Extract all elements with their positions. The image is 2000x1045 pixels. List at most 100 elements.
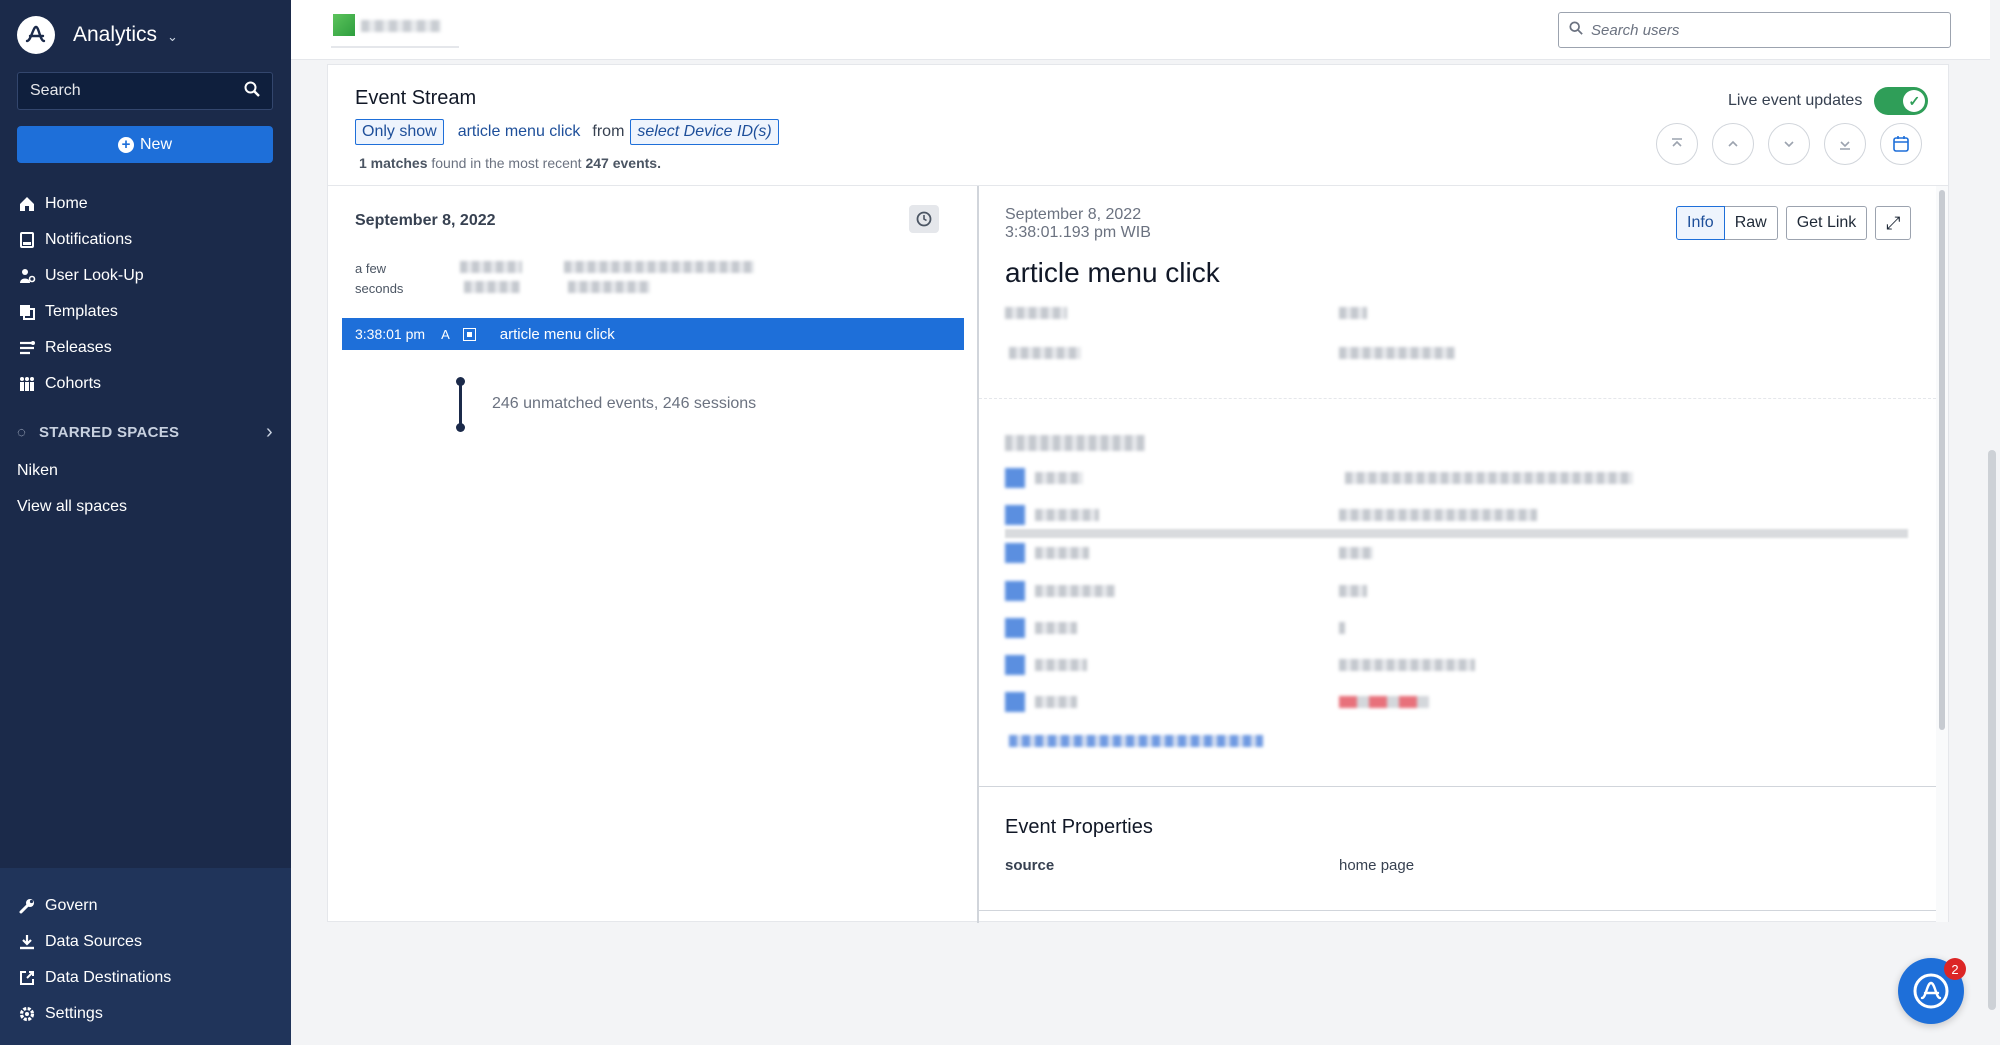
- sidebar-item-label: Data Destinations: [45, 969, 172, 986]
- redacted-text: [1035, 622, 1077, 634]
- space-item-niken[interactable]: Niken: [17, 462, 58, 480]
- sidebar-item-govern[interactable]: Govern: [0, 888, 291, 924]
- redacted-icon: [1005, 692, 1025, 712]
- list-item-selected-event[interactable]: 3:38:01 pm A article menu click: [342, 318, 964, 350]
- redacted-text: [1005, 307, 1067, 319]
- view-all-spaces-link[interactable]: View all spaces: [17, 498, 127, 516]
- event-detail-actions: Info Raw Get Link ⤢: [1676, 206, 1912, 240]
- event-name-selector[interactable]: article menu click: [458, 123, 581, 141]
- event-time: 3:38:01 pm: [355, 326, 426, 342]
- sidebar-item-label: Govern: [45, 897, 98, 914]
- device-id-selector[interactable]: select Device ID(s): [630, 119, 779, 145]
- sidebar: Analytics ⌄ Search + New Home Notificati…: [0, 0, 291, 1045]
- search-icon: [244, 81, 260, 102]
- event-detail-title: article menu click: [1005, 257, 1220, 288]
- redacted-text: [568, 281, 650, 293]
- user-search-placeholder: Search users: [1591, 21, 1680, 39]
- redacted-text: [1339, 585, 1367, 597]
- sidebar-item-label: Templates: [45, 303, 118, 320]
- redacted-text: [1339, 509, 1537, 521]
- sidebar-item-cohorts[interactable]: Cohorts: [17, 366, 277, 402]
- section-divider: [979, 910, 1936, 911]
- redacted-text: [1035, 547, 1089, 559]
- plus-icon: +: [117, 136, 134, 153]
- redacted-text: [1339, 659, 1475, 671]
- redacted-text: [564, 261, 754, 273]
- raw-tab[interactable]: Raw: [1724, 206, 1778, 240]
- notifications-icon: [17, 230, 37, 250]
- sidebar-item-data-destinations[interactable]: Data Destinations: [0, 960, 291, 996]
- sidebar-item-label: Notifications: [45, 231, 133, 248]
- redacted-icon: [1005, 543, 1025, 563]
- redacted-text: [1339, 547, 1373, 559]
- page-scrollbar[interactable]: [1988, 450, 1996, 1010]
- starred-spaces-header[interactable]: ◌ STARRED SPACES ›: [17, 421, 273, 444]
- expand-icon[interactable]: ⤢: [1875, 206, 1912, 240]
- calendar-icon[interactable]: [1880, 123, 1922, 165]
- jump-to-bottom-icon[interactable]: [1824, 123, 1866, 165]
- sidebar-nav: Home Notifications User Look-Up Template…: [17, 186, 277, 402]
- clock-icon[interactable]: [909, 205, 939, 233]
- project-logo[interactable]: [333, 14, 355, 36]
- chevron-right-icon: ›: [266, 421, 273, 443]
- redacted-link[interactable]: [1009, 735, 1263, 747]
- relative-time-line1: a few: [355, 261, 387, 276]
- jump-to-top-icon[interactable]: [1656, 123, 1698, 165]
- sidebar-item-label: Data Sources: [45, 933, 142, 950]
- timeline-dot: [456, 423, 465, 432]
- redacted-section-title: [1005, 435, 1145, 451]
- home-icon: [17, 194, 37, 214]
- get-link-button[interactable]: Get Link: [1785, 206, 1868, 240]
- match-total: 247 events.: [585, 155, 661, 171]
- cohorts-icon: [17, 374, 37, 394]
- sidebar-item-settings[interactable]: Settings: [0, 996, 291, 1032]
- chevron-down-icon[interactable]: [1768, 123, 1810, 165]
- sidebar-item-label: User Look-Up: [45, 267, 144, 284]
- sidebar-search-label: Search: [30, 82, 81, 99]
- project-tab-underline: [331, 46, 459, 48]
- top-bar: Search users: [291, 0, 1990, 60]
- sidebar-item-label: Releases: [45, 339, 112, 356]
- unmatched-events-link[interactable]: 246 unmatched events, 246 sessions: [492, 395, 756, 413]
- user-search-input[interactable]: Search users: [1558, 12, 1951, 48]
- section-divider: [979, 398, 1936, 399]
- redacted-text: [1009, 347, 1081, 359]
- only-show-selector[interactable]: Only show: [355, 119, 444, 145]
- detail-scrollbar-thumb[interactable]: [1939, 190, 1945, 730]
- event-filter: Only show article menu click from select…: [355, 119, 779, 145]
- download-icon: [17, 932, 37, 952]
- redacted-text: [1035, 659, 1087, 671]
- page-title: Event Stream: [355, 87, 477, 109]
- sidebar-item-home[interactable]: Home: [17, 186, 277, 222]
- redacted-icon: [1005, 505, 1025, 525]
- sidebar-item-templates[interactable]: Templates: [17, 294, 277, 330]
- amplitude-logo-icon: [17, 16, 55, 54]
- live-updates-label: Live event updates: [1728, 92, 1863, 109]
- live-updates-control: Live event updates ✓: [1728, 87, 1929, 115]
- new-button[interactable]: + New: [17, 126, 273, 163]
- redacted-text: [1339, 307, 1367, 319]
- sidebar-item-notifications[interactable]: Notifications: [17, 222, 277, 258]
- redacted-text: [1035, 585, 1115, 597]
- project-name-redacted: [361, 20, 441, 32]
- sidebar-item-data-sources[interactable]: Data Sources: [0, 924, 291, 960]
- event-detail-date: September 8, 2022: [1005, 206, 1142, 223]
- match-summary: 1 matches found in the most recent 247 e…: [359, 155, 661, 171]
- info-tab[interactable]: Info: [1676, 206, 1725, 240]
- sidebar-item-label: Settings: [45, 1005, 103, 1022]
- sidebar-item-user-lookup[interactable]: User Look-Up: [17, 258, 277, 294]
- relative-time-line2: seconds: [355, 281, 404, 296]
- redacted-text: [1345, 472, 1633, 484]
- event-square-icon: [462, 327, 476, 341]
- sidebar-search-input[interactable]: Search: [17, 72, 273, 110]
- live-updates-toggle[interactable]: ✓: [1874, 87, 1929, 115]
- from-label: from: [592, 123, 625, 140]
- sidebar-item-releases[interactable]: Releases: [17, 330, 277, 366]
- redacted-text: [1339, 696, 1429, 708]
- chevron-up-icon[interactable]: [1712, 123, 1754, 165]
- app-switcher[interactable]: Analytics ⌄: [17, 16, 178, 54]
- match-found-text: found in the most recent: [431, 155, 582, 171]
- wrench-icon: [17, 896, 37, 916]
- sidebar-item-label: Home: [45, 195, 88, 212]
- redacted-icon: [1005, 581, 1025, 601]
